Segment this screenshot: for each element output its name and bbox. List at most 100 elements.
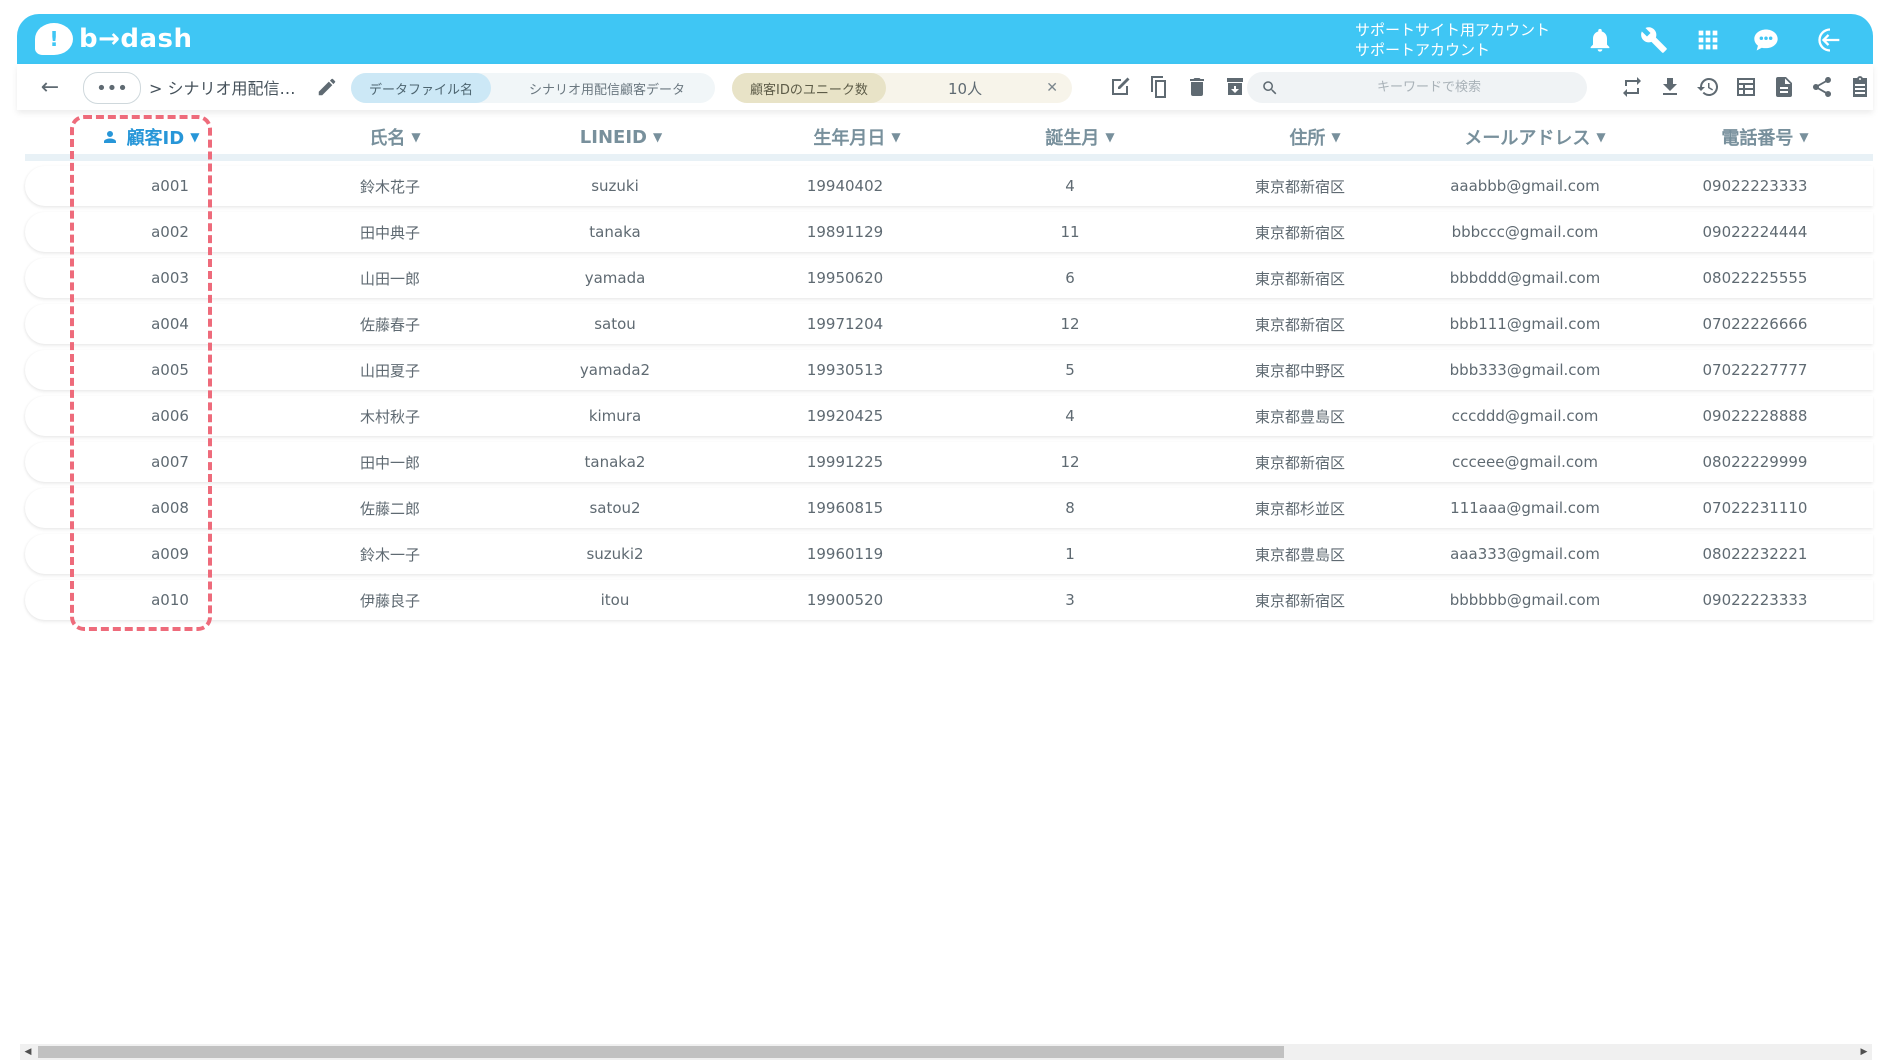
chevron-down-icon[interactable]: ▼ — [653, 130, 662, 144]
cell-email: ccceee@gmail.com — [1452, 453, 1598, 471]
cell-customer-id: a004 — [151, 315, 189, 333]
column-header-address[interactable]: 住所 ▼ — [1225, 124, 1405, 150]
breadcrumb[interactable]: > シナリオ用配信… — [149, 64, 296, 110]
back-arrow-icon[interactable]: ← — [35, 64, 65, 110]
cell-birth-month: 5 — [1065, 361, 1075, 379]
unique-count-field: 顧客IDのユニーク数 10人 ✕ — [732, 73, 1072, 103]
column-header-label: LINEID — [579, 126, 647, 148]
cell-phone: 07022226666 — [1702, 315, 1808, 333]
search-icon — [1253, 79, 1287, 97]
chevron-down-icon[interactable]: ▼ — [1331, 130, 1340, 144]
table-row[interactable]: a004 佐藤春子 satou 19971204 12 東京都新宿区 bbb11… — [25, 304, 1873, 344]
data-file-name-value: シナリオ用配信顧客データ — [529, 82, 686, 98]
cell-lineid: tanaka2 — [584, 453, 646, 471]
cell-phone: 09022223333 — [1702, 591, 1808, 609]
cell-email: bbbccc@gmail.com — [1451, 223, 1599, 241]
cell-customer-id: a008 — [151, 499, 189, 517]
cell-birthdate: 19891129 — [806, 223, 884, 241]
cell-customer-id: a005 — [151, 361, 189, 379]
cell-customer-id: a001 — [151, 177, 189, 195]
logout-icon[interactable] — [1814, 24, 1846, 56]
clipboard-icon[interactable] — [1845, 72, 1875, 102]
table-row[interactable]: a001 鈴木花子 suzuki 19940402 4 東京都新宿区 aaabb… — [25, 166, 1873, 206]
chevron-down-icon[interactable]: ▼ — [1799, 130, 1808, 144]
chevron-down-icon[interactable]: ▼ — [1105, 130, 1114, 144]
table-row[interactable]: a002 田中典子 tanaka 19891129 11 東京都新宿区 bbbc… — [25, 212, 1873, 252]
column-header-label: メールアドレス — [1464, 128, 1591, 149]
table-row[interactable]: a006 木村秋子 kimura 19920425 4 東京都豊島区 cccdd… — [25, 396, 1873, 436]
more-button[interactable]: ••• — [83, 72, 141, 104]
table-header: 顧客ID ▼ 氏名 ▼ LINEID ▼ 生年月日 ▼ 誕生月 ▼ 住所 ▼ メ… — [25, 118, 1873, 161]
column-header-email[interactable]: メールアドレス ▼ — [1425, 124, 1645, 150]
column-header-label: 住所 — [1289, 128, 1326, 149]
copy-icon[interactable] — [1144, 72, 1174, 102]
chevron-down-icon[interactable]: ▼ — [190, 130, 199, 144]
column-header-birthdate[interactable]: 生年月日 ▼ — [767, 124, 947, 150]
horizontal-scrollbar[interactable]: ◀ ▶ — [20, 1044, 1872, 1060]
cell-address: 東京都杉並区 — [1254, 499, 1345, 518]
scroll-right-arrow-icon[interactable]: ▶ — [1856, 1044, 1872, 1060]
table-row[interactable]: a009 鈴木一子 suzuki2 19960119 1 東京都豊島区 aaa3… — [25, 534, 1873, 574]
column-header-birth-month[interactable]: 誕生月 ▼ — [995, 124, 1165, 150]
column-header-customer-id[interactable]: 顧客ID ▼ — [75, 124, 225, 150]
cell-lineid: suzuki — [591, 177, 639, 195]
cell-name: 田中一郎 — [359, 453, 420, 472]
cell-name: 伊藤良子 — [359, 591, 420, 610]
share-icon[interactable] — [1807, 72, 1837, 102]
wrench-icon[interactable] — [1638, 24, 1670, 56]
column-header-label: 顧客ID — [126, 128, 185, 149]
cell-lineid: satou — [594, 315, 636, 333]
grid-icon[interactable] — [1692, 24, 1724, 56]
cell-name: 山田一郎 — [359, 269, 420, 288]
cell-address: 東京都豊島区 — [1254, 545, 1345, 564]
logo[interactable]: ! b→dash — [35, 23, 193, 55]
column-header-phone[interactable]: 電話番号 ▼ — [1675, 124, 1855, 150]
table-row[interactable]: a010 伊藤良子 itou 19900520 3 東京都新宿区 bbbbbb@… — [25, 580, 1873, 620]
search-input[interactable] — [1287, 79, 1571, 96]
cell-birth-month: 11 — [1060, 223, 1080, 241]
table-row[interactable]: a003 山田一郎 yamada 19950620 6 東京都新宿区 bbbdd… — [25, 258, 1873, 298]
cell-birthdate: 19930513 — [806, 361, 884, 379]
sync-icon[interactable] — [1617, 72, 1647, 102]
history-icon[interactable] — [1693, 72, 1723, 102]
cell-email: aaabbb@gmail.com — [1450, 177, 1600, 195]
cell-lineid: yamada — [584, 269, 646, 287]
unique-count-clear-icon[interactable]: ✕ — [1046, 80, 1058, 96]
header-underline — [25, 154, 1873, 161]
account-name[interactable]: サポートサイト用アカウント サポートアカウント — [1355, 20, 1550, 60]
cell-birthdate: 19971204 — [806, 315, 884, 333]
cell-birth-month: 1 — [1065, 545, 1075, 563]
chevron-down-icon[interactable]: ▼ — [891, 130, 900, 144]
cell-birth-month: 6 — [1065, 269, 1075, 287]
table-row[interactable]: a007 田中一郎 tanaka2 19991225 12 東京都新宿区 ccc… — [25, 442, 1873, 482]
archive-icon[interactable] — [1220, 72, 1250, 102]
bell-icon[interactable] — [1584, 24, 1616, 56]
cell-birth-month: 12 — [1060, 453, 1080, 471]
chevron-down-icon[interactable]: ▼ — [411, 130, 420, 144]
table-row[interactable]: a008 佐藤二郎 satou2 19960815 8 東京都杉並区 111aa… — [25, 488, 1873, 528]
cell-name: 田中典子 — [359, 223, 420, 242]
download-icon[interactable] — [1655, 72, 1685, 102]
scrollbar-thumb[interactable] — [38, 1046, 1284, 1058]
edit-icon[interactable] — [1105, 72, 1135, 102]
cell-address: 東京都新宿区 — [1254, 177, 1345, 196]
rename-pencil-icon[interactable] — [313, 64, 341, 110]
cell-birth-month: 3 — [1065, 591, 1075, 609]
table-view-icon[interactable] — [1731, 72, 1761, 102]
cell-address: 東京都新宿区 — [1254, 269, 1345, 288]
cell-birth-month: 4 — [1065, 407, 1075, 425]
cell-email: bbbddd@gmail.com — [1449, 269, 1601, 287]
column-header-lineid[interactable]: LINEID ▼ — [541, 124, 701, 150]
scroll-left-arrow-icon[interactable]: ◀ — [20, 1044, 36, 1060]
table-row[interactable]: a005 山田夏子 yamada2 19930513 5 東京都中野区 bbb3… — [25, 350, 1873, 390]
data-file-name-field: データファイル名 シナリオ用配信顧客データ — [351, 73, 715, 103]
column-header-name[interactable]: 氏名 ▼ — [315, 124, 475, 150]
document-icon[interactable] — [1769, 72, 1799, 102]
cell-address: 東京都新宿区 — [1254, 591, 1345, 610]
cell-customer-id: a010 — [151, 591, 189, 609]
chat-icon[interactable] — [1750, 24, 1782, 56]
trash-icon[interactable] — [1182, 72, 1212, 102]
cell-phone: 08022229999 — [1702, 453, 1808, 471]
search-box[interactable] — [1247, 72, 1587, 103]
chevron-down-icon[interactable]: ▼ — [1596, 130, 1605, 144]
